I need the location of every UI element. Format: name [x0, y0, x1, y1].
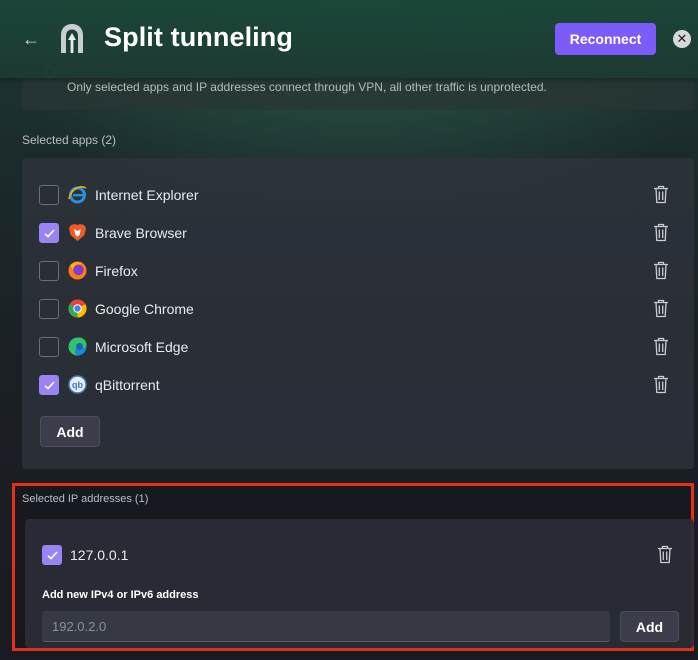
ip-address-input[interactable]	[42, 611, 610, 642]
list-item: qb qBittorrent	[22, 366, 694, 404]
add-ip-button[interactable]: Add	[620, 611, 679, 642]
ip-addresses-section: Selected IP addresses (1) 127.0.0.1 Add …	[12, 483, 694, 651]
qbittorrent-icon: qb	[68, 375, 87, 394]
chrome-icon	[68, 299, 87, 318]
app-name: Internet Explorer	[95, 187, 199, 203]
add-ip-label: Add new IPv4 or IPv6 address	[42, 589, 199, 601]
trash-icon[interactable]	[653, 223, 669, 242]
selected-ips-label: Selected IP addresses (1)	[22, 493, 149, 505]
mode-description: Only selected apps and IP addresses conn…	[67, 80, 547, 94]
trash-icon[interactable]	[653, 261, 669, 280]
app-name: Google Chrome	[95, 301, 194, 317]
ip-list: 127.0.0.1 Add new IPv4 or IPv6 address A…	[25, 519, 694, 648]
list-item: Microsoft Edge	[22, 328, 694, 366]
list-item: Google Chrome	[22, 290, 694, 328]
app-checkbox[interactable]	[39, 337, 59, 357]
app-name: qBittorrent	[95, 377, 160, 393]
selected-apps-label: Selected apps (2)	[22, 133, 117, 147]
trash-icon[interactable]	[657, 545, 673, 564]
app-name: Microsoft Edge	[95, 339, 189, 355]
apps-list: Internet Explorer Brave Browser Firefox	[22, 158, 694, 469]
list-item: 127.0.0.1	[25, 536, 694, 574]
app-name: Brave Browser	[95, 225, 187, 241]
arrow-left-icon[interactable]: ←	[22, 29, 42, 49]
edge-icon	[68, 337, 87, 356]
brave-icon	[69, 224, 86, 241]
trash-icon[interactable]	[653, 185, 669, 204]
svg-text:qb: qb	[72, 380, 83, 390]
trash-icon[interactable]	[653, 337, 669, 356]
app-checkbox[interactable]	[39, 299, 59, 319]
app-logo-icon	[61, 24, 83, 53]
list-item: Brave Browser	[22, 214, 694, 252]
trash-icon[interactable]	[653, 299, 669, 318]
app-checkbox[interactable]	[39, 185, 59, 205]
page-title: Split tunneling	[104, 22, 293, 52]
list-item: Firefox	[22, 252, 694, 290]
list-item: Internet Explorer	[22, 176, 694, 214]
app-checkbox[interactable]	[39, 375, 59, 395]
reconnect-button[interactable]: Reconnect	[555, 23, 656, 55]
add-app-button[interactable]: Add	[40, 416, 100, 447]
firefox-icon	[68, 261, 87, 280]
app-checkbox[interactable]	[39, 261, 59, 281]
header-bar: ← Split tunneling Reconnect ✕	[0, 0, 698, 78]
ip-address: 127.0.0.1	[70, 547, 129, 563]
trash-icon[interactable]	[653, 375, 669, 394]
app-name: Firefox	[95, 263, 138, 279]
close-icon[interactable]: ✕	[673, 30, 691, 48]
ip-checkbox[interactable]	[42, 545, 62, 565]
app-checkbox[interactable]	[39, 223, 59, 243]
internet-explorer-icon	[68, 186, 87, 204]
